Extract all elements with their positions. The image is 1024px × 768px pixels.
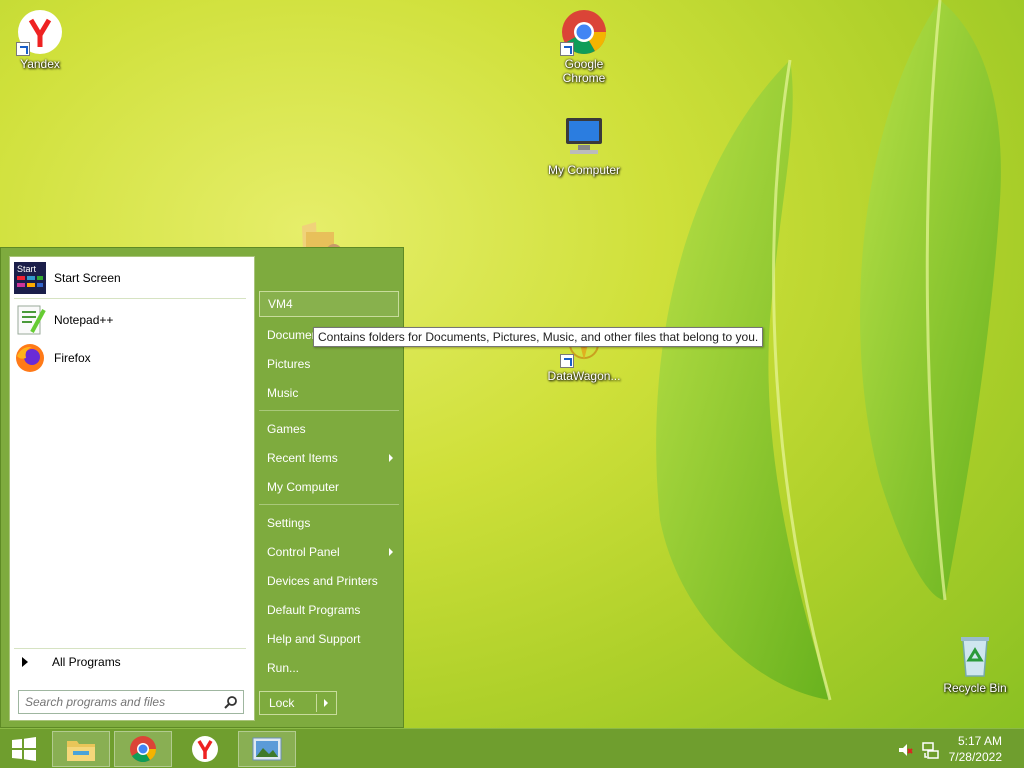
menu-item-label: Run... <box>267 661 300 675</box>
menu-item-label: Settings <box>267 516 311 530</box>
menu-item-control-panel[interactable]: Control Panel <box>259 539 399 565</box>
start-menu: Start Start Screen Notepad++ Firefox All… <box>0 247 404 728</box>
menu-separator <box>259 410 399 411</box>
network-icon[interactable] <box>921 741 939 759</box>
taskbar-yandex[interactable] <box>176 731 234 767</box>
menu-item-label: Games <box>267 422 306 436</box>
menu-item-label: Default Programs <box>267 603 361 617</box>
menu-separator <box>259 504 399 505</box>
menu-item-label: Music <box>267 386 299 400</box>
search-input[interactable] <box>25 695 220 709</box>
volume-muted-icon[interactable] <box>897 742 913 758</box>
menu-item-label: My Computer <box>267 480 340 494</box>
menu-item-my-computer[interactable]: My Computer <box>259 474 399 500</box>
menu-item-label: Pictures <box>267 357 311 371</box>
desktop-icon-my-computer[interactable]: My Computer <box>544 114 624 177</box>
clock-date: 7/28/2022 <box>948 750 1002 764</box>
picture-viewer-icon <box>252 737 282 761</box>
recycle-bin-icon <box>951 632 999 680</box>
submenu-arrow-icon <box>389 454 393 462</box>
start-button[interactable] <box>0 731 48 767</box>
menu-item-recent-items[interactable]: Recent Items <box>259 445 399 471</box>
desktop-icon-yandex[interactable]: Yandex <box>0 8 80 71</box>
desktop-icon-label: Google Chrome <box>562 57 606 85</box>
desktop-icon-label: My Computer <box>547 163 621 177</box>
all-programs-label: All Programs <box>52 655 121 669</box>
menu-item-pictures[interactable]: Pictures <box>259 351 399 377</box>
menu-item-devices-printers[interactable]: Devices and Printers <box>259 568 399 594</box>
chrome-icon <box>560 8 608 56</box>
clock[interactable]: 5:17 AM 7/28/2022 <box>949 733 1002 765</box>
pinned-item-label: Firefox <box>54 351 91 365</box>
pinned-item-notepadpp[interactable]: Notepad++ <box>14 302 250 338</box>
submenu-arrow-icon <box>389 548 393 556</box>
menu-item-label: Recent Items <box>267 451 338 465</box>
clock-time: 5:17 AM <box>957 734 1002 748</box>
yandex-icon <box>16 8 64 56</box>
chrome-icon <box>130 736 157 763</box>
menu-item-label: Control Panel <box>267 545 340 559</box>
lock-button[interactable]: Lock <box>259 691 337 715</box>
menu-item-default-programs[interactable]: Default Programs <box>259 597 399 623</box>
start-screen-icon: Start <box>14 262 46 294</box>
taskbar-file-explorer[interactable] <box>52 731 110 767</box>
menu-item-user-folder[interactable]: VM4 <box>259 291 399 317</box>
menu-item-settings[interactable]: Settings <box>259 510 399 536</box>
menu-item-help-support[interactable]: Help and Support <box>259 626 399 652</box>
svg-text:Start: Start <box>17 264 37 274</box>
desktop-icon-recycle-bin[interactable]: Recycle Bin <box>935 632 1015 695</box>
menu-item-run[interactable]: Run... <box>259 655 399 681</box>
taskbar: 5:17 AM 7/28/2022 <box>0 728 1024 768</box>
lock-options-arrow-icon[interactable] <box>324 699 328 707</box>
desktop-icon-label: DataWagon... <box>547 369 621 383</box>
desktop-icon-chrome[interactable]: Google Chrome <box>544 8 624 85</box>
expand-arrow-icon <box>22 657 28 667</box>
menu-item-music[interactable]: Music <box>259 380 399 406</box>
taskbar-chrome[interactable] <box>114 731 172 767</box>
menu-item-label: Devices and Printers <box>267 574 378 588</box>
pinned-item-start-screen[interactable]: Start Start Screen <box>14 260 250 296</box>
yandex-icon <box>192 736 218 762</box>
file-explorer-icon <box>67 741 95 761</box>
start-menu-programs-pane: Start Start Screen Notepad++ Firefox All… <box>9 256 255 721</box>
tooltip: Contains folders for Documents, Pictures… <box>313 327 764 347</box>
search-box[interactable] <box>18 690 244 714</box>
menu-item-label: VM4 <box>268 297 293 311</box>
taskbar-picture-viewer[interactable] <box>238 731 296 767</box>
desktop-icon-label: Yandex <box>20 57 60 71</box>
pinned-item-firefox[interactable]: Firefox <box>14 340 250 376</box>
lock-label: Lock <box>269 696 295 710</box>
pinned-item-label: Start Screen <box>54 271 121 285</box>
firefox-icon <box>14 342 46 374</box>
menu-item-label: Help and Support <box>267 632 361 646</box>
menu-item-games[interactable]: Games <box>259 416 399 442</box>
search-icon[interactable] <box>224 695 238 709</box>
desktop-icon-label: Recycle Bin <box>943 681 1007 695</box>
computer-icon <box>560 114 608 162</box>
pinned-item-label: Notepad++ <box>54 313 114 327</box>
all-programs-button[interactable]: All Programs <box>16 650 250 674</box>
notepadpp-icon <box>14 304 46 336</box>
windows-logo-icon <box>12 737 36 761</box>
